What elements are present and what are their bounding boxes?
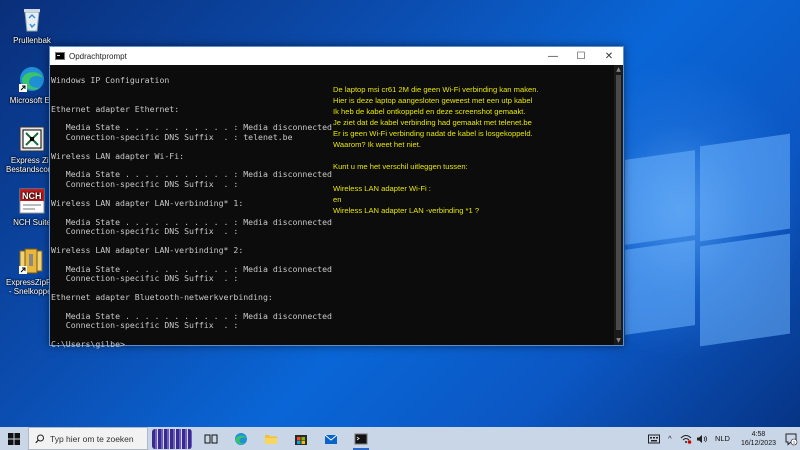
annotation-line: Hier is deze laptop aangesloten geweest … [333, 96, 533, 105]
taskbar-file-explorer[interactable] [256, 427, 286, 450]
wallpaper-logo-pane [700, 233, 790, 347]
annotation-line: Je ziet dat de kabel verbinding had gema… [333, 118, 532, 127]
system-tray: ^ NLD 4:58 16/12/2023 1 [646, 427, 800, 450]
express-zip-shortcut-icon [17, 246, 47, 276]
notification-center-button[interactable]: 1 [782, 427, 800, 450]
tray-app-icon[interactable] [646, 427, 662, 450]
annotation-line: Ik heb de kabel ontkoppeld en deze scree… [333, 107, 526, 116]
scrollbar-thumb[interactable] [616, 75, 621, 330]
start-button[interactable] [0, 427, 28, 450]
file-explorer-icon [265, 434, 277, 444]
window-titlebar[interactable]: Opdrachtprompt — ☐ ✕ [50, 47, 623, 65]
taskbar-edge[interactable] [226, 427, 256, 450]
window-title: Opdrachtprompt [69, 51, 127, 61]
wallpaper-logo-pane [700, 133, 790, 242]
annotation-line: Er is geen Wi-Fi verbinding nadat de kab… [333, 129, 533, 138]
express-zip-icon [17, 124, 47, 154]
taskbar-mail[interactable] [316, 427, 346, 450]
command-prompt-icon [354, 433, 368, 444]
show-hidden-icons-button[interactable]: ^ [662, 427, 678, 450]
command-prompt-window[interactable]: Opdrachtprompt — ☐ ✕ Windows IP Configur… [49, 46, 624, 348]
scroll-up-icon[interactable]: ▲ [614, 66, 623, 73]
taskbar-search[interactable] [28, 427, 148, 450]
notification-icon: 1 [785, 433, 798, 446]
speaker-icon [696, 434, 707, 443]
desktop-icon-label: NCH Suite [13, 218, 51, 227]
scroll-down-icon[interactable]: ▼ [614, 337, 623, 344]
network-button[interactable] [678, 427, 694, 450]
desktop-icon-label: Prullenbak [13, 36, 51, 45]
chevron-up-icon: ^ [668, 434, 672, 443]
annotation-line: Kunt u me het verschil uitleggen tussen: [333, 162, 468, 171]
close-button[interactable]: ✕ [595, 47, 623, 65]
maximize-button[interactable]: ☐ [567, 47, 595, 65]
desktop-icon-label: Microsoft Ed [9, 96, 55, 105]
wallpaper-logo-pane [625, 150, 695, 245]
annotation-line: Wireless LAN adapter Wi-Fi : [333, 184, 431, 193]
edge-icon [235, 432, 247, 445]
edge-icon [17, 64, 47, 94]
command-prompt-icon [55, 52, 65, 60]
annotation-line: Waarom? Ik weet het niet. [333, 140, 421, 149]
annotation-line [333, 172, 593, 183]
clock-date: 16/12/2023 [740, 439, 776, 447]
minimize-button[interactable]: — [539, 47, 567, 65]
windows-logo-icon [8, 432, 20, 445]
nch-suite-icon: NCH [17, 186, 47, 216]
wallpaper-logo-pane [625, 240, 695, 335]
clock[interactable]: 4:58 16/12/2023 [735, 430, 782, 448]
annotation-line: en [333, 195, 342, 204]
clock-time: 4:58 [751, 430, 766, 438]
keyboard-icon [647, 434, 660, 443]
vertical-scrollbar[interactable]: ▲ ▼ [614, 65, 623, 345]
taskbar: ^ NLD 4:58 16/12/2023 1 [0, 427, 800, 450]
annotation-text: De laptop msi cr61 2M die geen Wi-Fi ver… [333, 84, 593, 216]
taskbar-command-prompt[interactable] [346, 427, 376, 450]
desktop-icon-recycle-bin[interactable]: Prullenbak [6, 4, 58, 45]
annotation-line: De laptop msi cr61 2M die geen Wi-Fi ver… [333, 85, 539, 94]
recycle-bin-icon [17, 4, 47, 34]
task-view-icon [204, 434, 218, 443]
network-icon [680, 434, 692, 444]
store-icon [295, 434, 307, 445]
language-indicator[interactable]: NLD [710, 434, 735, 443]
svg-text:NCH: NCH [22, 191, 42, 201]
search-icon [35, 434, 44, 443]
volume-button[interactable] [694, 427, 710, 450]
search-highlight-image[interactable] [152, 428, 192, 449]
search-input[interactable] [50, 433, 140, 444]
annotation-line: Wireless LAN adapter LAN -verbinding *1 … [333, 206, 480, 215]
annotation-line [333, 150, 593, 161]
task-view-button[interactable] [196, 427, 226, 450]
mail-icon [324, 434, 338, 444]
taskbar-store[interactable] [286, 427, 316, 450]
